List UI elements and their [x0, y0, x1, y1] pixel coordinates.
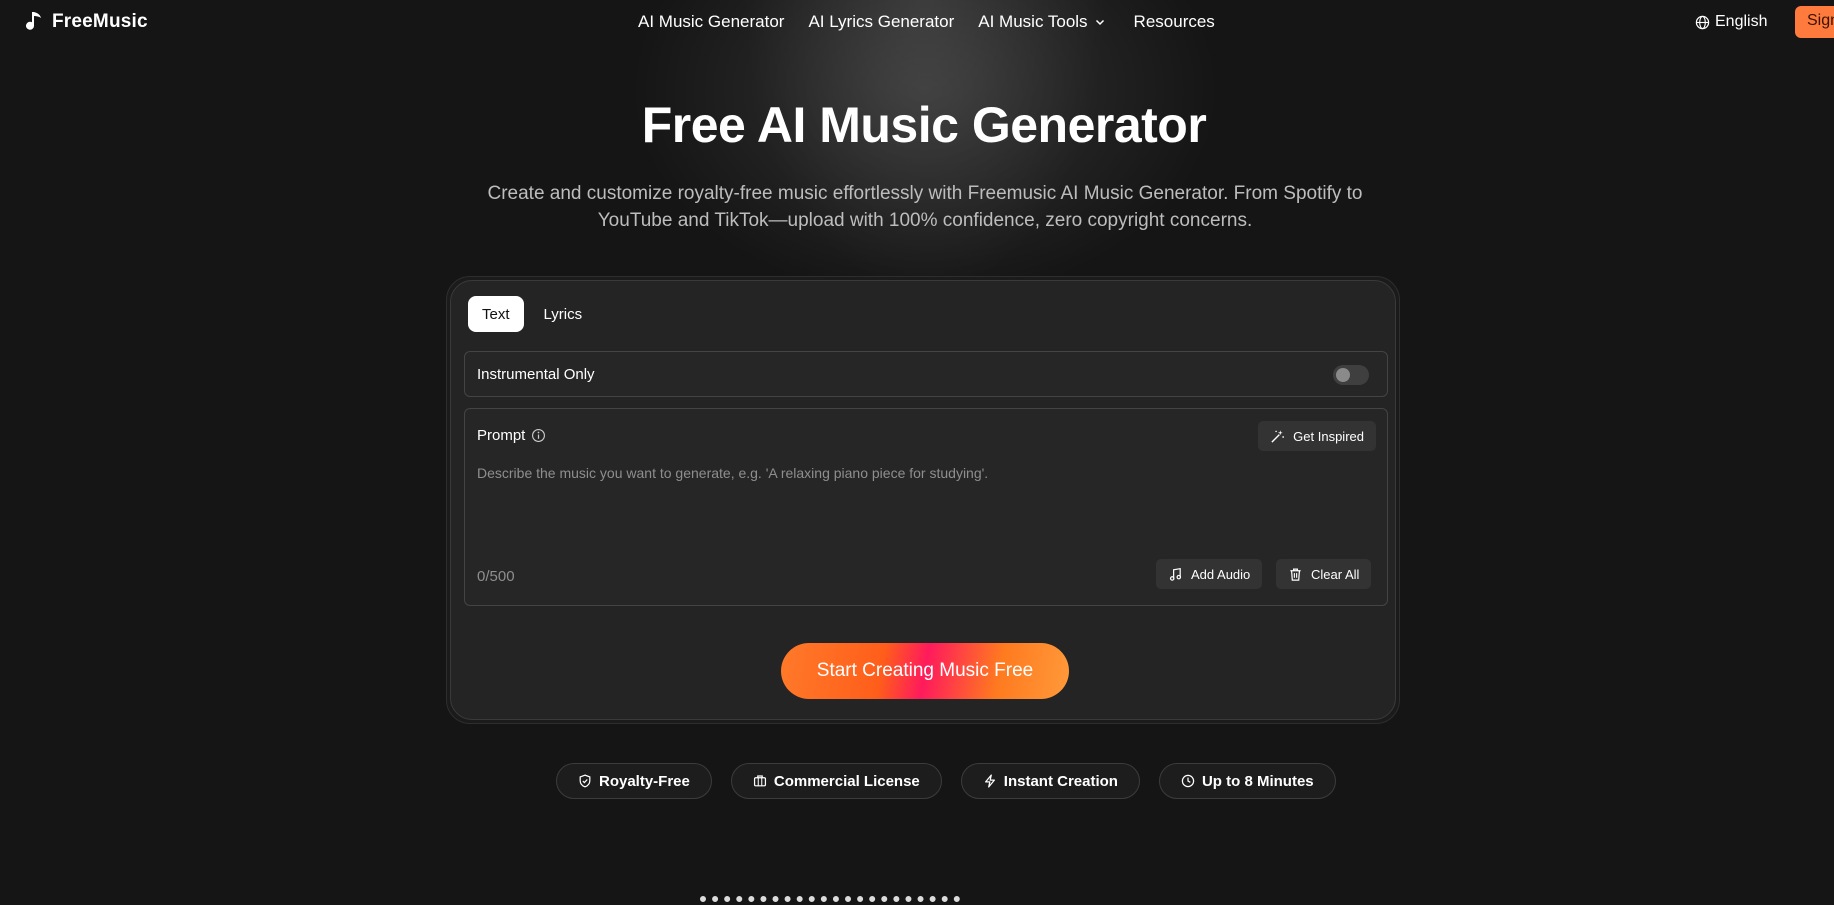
clear-all-label: Clear All [1311, 566, 1360, 582]
badge-commercial-license: Commercial License [730, 763, 942, 799]
page-title: Free AI Music Generator [641, 97, 1207, 153]
info-icon[interactable] [531, 428, 546, 443]
tab-lyrics[interactable]: Lyrics [530, 296, 597, 332]
music-note-icon [26, 12, 41, 30]
prompt-input[interactable]: Describe the music you want to generate,… [477, 465, 988, 481]
nav-ai-music-tools[interactable]: AI Music Tools [978, 12, 1105, 32]
generator-card-inner: Text Lyrics Instrumental Only Prompt Get… [450, 280, 1396, 720]
sign-in-button[interactable]: Sign [1795, 6, 1834, 38]
globe-icon [1695, 15, 1710, 29]
badge-label: Up to 8 Minutes [1201, 772, 1314, 790]
logo-text: FreeMusic [52, 11, 148, 32]
toggle-knob [1336, 368, 1350, 382]
badge-label: Royalty-Free [599, 772, 690, 790]
prompt-box: Prompt Get Inspired Describe the music y… [464, 408, 1388, 606]
clock-icon [1181, 774, 1195, 788]
nav-ai-music-tools-label: AI Music Tools [978, 12, 1088, 31]
nav-resources[interactable]: Resources [1134, 12, 1215, 32]
chevron-down-icon [1095, 19, 1104, 26]
language-label: English [1715, 13, 1768, 30]
badge-royalty-free: Royalty-Free [556, 763, 712, 799]
generator-card: Text Lyrics Instrumental Only Prompt Get… [446, 276, 1400, 724]
logo[interactable]: FreeMusic [26, 10, 148, 34]
magic-wand-icon [1271, 429, 1285, 443]
tab-text[interactable]: Text [468, 296, 524, 332]
top-navbar: FreeMusic AI Music Generator AI Lyrics G… [0, 0, 1834, 44]
music-note-icon [1169, 567, 1182, 581]
prompt-label-group: Prompt [477, 427, 546, 444]
add-audio-label: Add Audio [1191, 566, 1251, 582]
clear-all-button[interactable]: Clear All [1276, 559, 1372, 589]
start-creating-button[interactable]: Start Creating Music Free [781, 643, 1069, 699]
hero-subtitle: Create and customize royalty-free music … [487, 183, 1363, 231]
get-inspired-button[interactable]: Get Inspired [1258, 421, 1376, 451]
char-counter: 0/500 [477, 568, 515, 585]
mode-tabs: Text Lyrics [468, 296, 596, 332]
get-inspired-label: Get Inspired [1293, 428, 1364, 444]
language-selector[interactable]: English [1695, 13, 1767, 31]
nav-links: AI Music Generator AI Lyrics Generator A… [638, 12, 1239, 32]
shield-icon [579, 774, 591, 788]
add-audio-button[interactable]: Add Audio [1156, 559, 1263, 589]
prompt-label: Prompt [477, 427, 526, 444]
instrumental-toggle[interactable] [1333, 365, 1369, 385]
badge-instant-creation: Instant Creation [960, 763, 1140, 799]
nav-ai-music-generator[interactable]: AI Music Generator [638, 12, 784, 32]
lightning-icon [984, 774, 995, 788]
badge-up-to-8-minutes: Up to 8 Minutes [1158, 763, 1336, 799]
briefcase-icon [753, 775, 766, 787]
trash-icon [1290, 568, 1301, 581]
badge-label: Commercial License [773, 772, 920, 790]
instrumental-label: Instrumental Only [477, 366, 595, 383]
feature-badges: Royalty-Free Commercial License Instant … [556, 763, 1336, 799]
badge-label: Instant Creation [1003, 772, 1118, 790]
nav-ai-lyrics-generator[interactable]: AI Lyrics Generator [808, 12, 954, 32]
instrumental-row: Instrumental Only [464, 351, 1388, 397]
next-section-heading-peek [700, 896, 960, 905]
